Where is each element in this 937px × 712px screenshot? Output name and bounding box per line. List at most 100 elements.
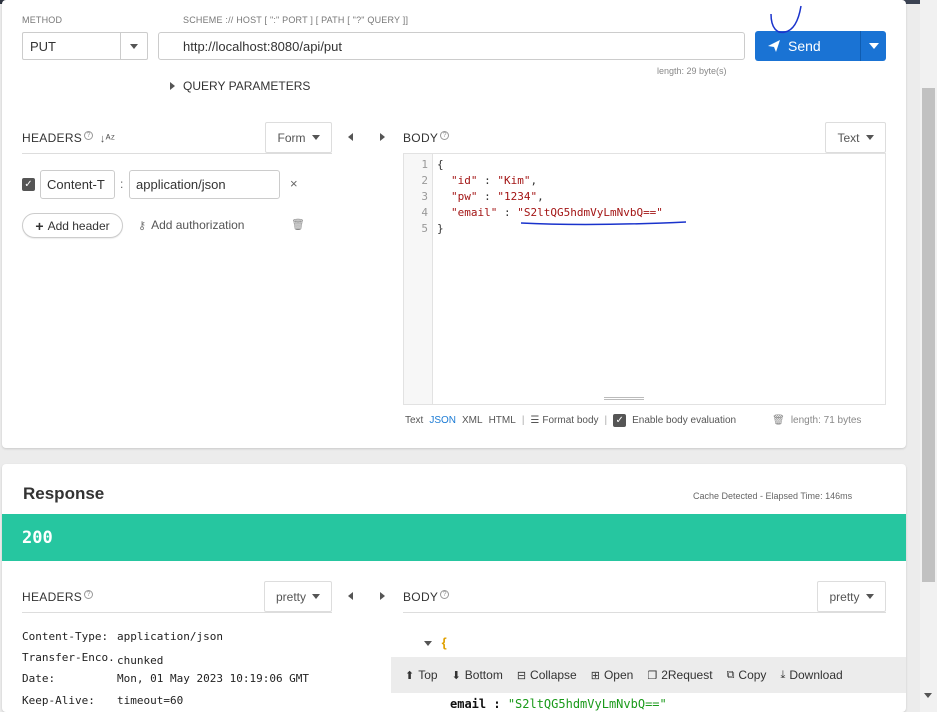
body-title: BODY? (403, 131, 450, 145)
annotation-underline (520, 221, 687, 226)
editor-resize-handle[interactable] (604, 397, 644, 400)
headers-mode-label: Form (277, 130, 306, 145)
headers-mode-dropdown[interactable]: Form (265, 122, 332, 153)
collapse-left-icon[interactable] (348, 592, 353, 600)
enable-eval-checkbox[interactable]: ✓ (613, 413, 627, 427)
code-line: "pw" : "1234", (451, 190, 544, 203)
header-value-input[interactable]: application/json (129, 170, 280, 199)
url-value: http://localhost:8080/api/put (183, 38, 343, 54)
collapse-left-icon[interactable] (348, 133, 353, 141)
response-body-divider (403, 612, 886, 613)
response-header-key: Date: (22, 672, 56, 685)
copy-button[interactable]: ⧉ Copy (727, 668, 767, 682)
arrow-up-circle-icon: ⬆ (405, 669, 415, 682)
chevron-down-icon (865, 135, 874, 140)
line-number: 5 (421, 222, 428, 235)
collapse-node-icon[interactable] (424, 641, 432, 647)
caret-right-icon (170, 82, 175, 90)
format-body-button[interactable]: ☰ Format body (530, 415, 598, 426)
help-icon[interactable]: ? (84, 590, 94, 599)
chevron-down-icon (130, 43, 138, 49)
plus-square-icon: ⊞ (590, 669, 600, 682)
send-label: Send (788, 38, 821, 54)
headers-title: HEADERS? ↓ᴬᶻ (22, 131, 115, 145)
collapse-label: Collapse (530, 668, 577, 682)
response-body-mode-label: pretty (829, 589, 860, 604)
plus-icon: + (35, 217, 44, 234)
response-header-row: Content-Type: application/json (22, 630, 223, 643)
line-number: 4 (421, 206, 428, 219)
response-header-value: timeout=60 (117, 694, 184, 707)
response-headers-title: HEADERS? (22, 590, 94, 604)
help-icon[interactable]: ? (440, 590, 450, 599)
response-body-brace: { (441, 635, 447, 650)
add-header-button[interactable]: + Add header (22, 213, 123, 238)
code-brace: { (437, 158, 444, 171)
separator: | (521, 414, 525, 426)
method-select[interactable]: PUT (22, 32, 148, 60)
header-name-input[interactable]: Content-T (40, 170, 115, 199)
open-button[interactable]: ⊞ Open (591, 668, 634, 682)
headers-title-text: HEADERS (22, 131, 83, 145)
annotation-mark (770, 5, 802, 34)
format-html[interactable]: HTML (489, 415, 516, 426)
header-row: ✓ Content-T : application/json × (22, 170, 322, 200)
format-text[interactable]: Text (405, 415, 423, 426)
page-scrollbar-thumb[interactable] (922, 88, 935, 582)
header-separator: : (120, 177, 124, 191)
format-xml[interactable]: XML (462, 415, 483, 426)
send-options-button[interactable] (860, 31, 886, 61)
body-length: length: 71 bytes (790, 414, 862, 426)
download-button[interactable]: ⤓ Download (780, 668, 842, 682)
code-value: "S2ltQG5hdmVyLmNvbQ==" (517, 206, 663, 219)
remove-header-icon[interactable]: × (290, 176, 298, 191)
format-body-label: Format body (542, 414, 599, 426)
response-toolbar: ⬆ Top ⬇ Bottom ⊟ Collapse ⊞ Open ❐ 2Request ⧉… (391, 657, 906, 693)
query-params-label: QUERY PARAMETERS (183, 79, 311, 93)
response-title: Response (23, 484, 105, 503)
to-request-button[interactable]: ❐ 2Request (647, 668, 712, 682)
response-header-row: Date: Mon, 01 May 2023 10:19:06 GMT (22, 672, 309, 685)
url-input[interactable]: http://localhost:8080/api/put (158, 32, 745, 60)
chevron-down-icon (311, 135, 320, 140)
sort-alpha-icon[interactable]: ↓ᴬᶻ (100, 133, 115, 145)
code-colon: : (477, 190, 498, 203)
code-colon: : (477, 174, 498, 187)
response-body-tree: { (424, 635, 447, 650)
line-number: 2 (421, 174, 428, 187)
collapse-button[interactable]: ⊟ Collapse (517, 668, 577, 682)
collapse-right-icon[interactable] (380, 133, 385, 141)
top-button[interactable]: ⬆ Top (405, 668, 438, 682)
bottom-label: Bottom (464, 668, 503, 682)
scroll-down-arrow-icon[interactable] (924, 693, 932, 698)
add-authorization-button[interactable]: ⚷ Add authorization (138, 218, 244, 232)
method-value: PUT (30, 39, 56, 54)
bottom-button[interactable]: ⬇ Bottom (452, 668, 503, 682)
enable-eval-label: Enable body evaluation (632, 414, 737, 426)
top-label: Top (418, 668, 438, 682)
headers-divider (22, 153, 332, 154)
collapse-right-icon[interactable] (380, 592, 385, 600)
chevron-down-icon (865, 594, 874, 599)
body-mode-label: Text (837, 130, 860, 145)
header-enabled-checkbox[interactable]: ✓ (22, 178, 35, 191)
trash-icon[interactable]: 🗑 (291, 218, 305, 231)
response-header-value: Mon, 01 May 2023 10:19:06 GMT (117, 672, 310, 685)
help-icon[interactable]: ? (440, 131, 450, 140)
method-dropdown-button[interactable] (120, 33, 147, 59)
copy-icon: ⧉ (726, 668, 735, 681)
response-body-key: email : (450, 697, 501, 711)
response-meta: Cache Detected - Elapsed Time: 146ms (693, 491, 853, 501)
chevron-down-icon (312, 594, 320, 599)
query-params-toggle[interactable]: QUERY PARAMETERS (170, 79, 310, 93)
format-json[interactable]: JSON (429, 415, 456, 426)
body-title-text: BODY (403, 131, 439, 145)
help-icon[interactable]: ? (84, 131, 94, 140)
response-body-mode-dropdown[interactable]: pretty (817, 581, 886, 612)
minus-square-icon: ⊟ (516, 669, 527, 682)
code-line: "email" : "S2ltQG5hdmVyLmNvbQ==" (451, 206, 663, 219)
body-mode-dropdown[interactable]: Text (825, 122, 886, 153)
separator: | (604, 414, 608, 426)
response-headers-mode-dropdown[interactable]: pretty (264, 581, 332, 612)
trash-icon[interactable]: 🗑 (772, 415, 785, 426)
